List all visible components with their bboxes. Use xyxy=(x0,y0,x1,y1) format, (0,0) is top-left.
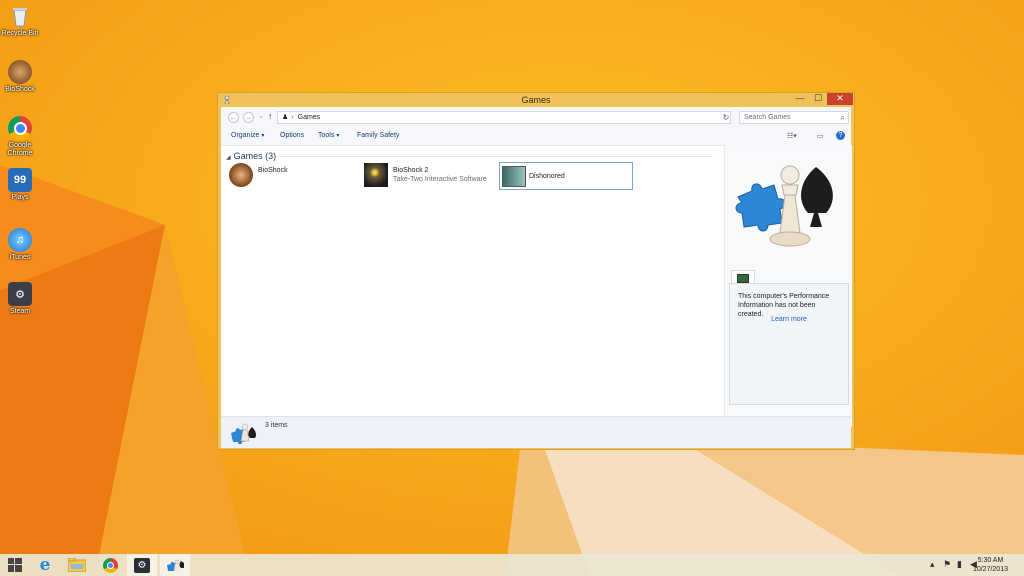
window-content: ← → ⌄ ↑ ♟ › Games ↻ Search Games ⌕ Organiz… xyxy=(221,107,852,448)
collapse-triangle-icon: ◢ xyxy=(226,155,231,161)
breadcrumb-games[interactable]: Games xyxy=(298,114,321,121)
games-icon xyxy=(167,559,184,571)
game-name: BioShock xyxy=(258,167,288,174)
chrome-icon xyxy=(8,116,32,140)
file-explorer-icon xyxy=(68,558,86,572)
clock-date: 10/27/2013 xyxy=(972,566,1008,573)
desktop-icon-plays[interactable]: 99 Plays xyxy=(0,168,40,202)
steam-icon: ⚙ xyxy=(134,557,150,573)
steam-icon: ⚙ xyxy=(8,282,32,306)
desktop-icon-steam[interactable]: ⚙ Steam xyxy=(0,282,40,316)
refresh-button[interactable]: ↻ xyxy=(721,111,731,124)
start-icon xyxy=(8,558,22,572)
item-count: 3 items xyxy=(265,422,288,429)
game-item-bioshock[interactable]: BioShock xyxy=(229,163,349,189)
games-folder-icon: ♟ xyxy=(282,114,289,121)
forward-button[interactable]: → xyxy=(243,112,254,123)
chevron-down-icon: ▾ xyxy=(336,133,340,139)
desktop-icon-itunes[interactable]: ♫ iTunes xyxy=(0,228,40,262)
preview-pane-icon[interactable]: ▭ xyxy=(817,132,824,140)
desktop-icon-recycle-bin[interactable]: Recycle Bin xyxy=(0,4,40,38)
clock-time: 5:30 AM xyxy=(977,557,1004,564)
recent-locations-icon[interactable]: ⌄ xyxy=(258,112,264,120)
desktop-icon-chrome[interactable]: Google Chrome xyxy=(0,116,40,158)
taskbar-internet-explorer[interactable]: e xyxy=(30,554,60,576)
taskbar-steam[interactable]: ⚙ xyxy=(127,554,157,576)
taskbar: e ⚙ ▴ ⚑ ▮ ◀ 5:30 AM 10/27/2013 xyxy=(0,554,1024,576)
games-explorer-art-icon xyxy=(735,165,833,247)
window-title: Games xyxy=(521,95,551,105)
desktop-icon-bioshock[interactable]: BioShock xyxy=(0,60,40,94)
game-publisher: Take-Two Interactive Software xyxy=(393,176,487,183)
start-button[interactable] xyxy=(0,554,30,576)
game-item-bioshock-2[interactable]: BioShock 2 Take-Two Interactive Software xyxy=(364,163,494,189)
itunes-icon: ♫ xyxy=(8,228,32,252)
bioshock-icon xyxy=(229,163,253,187)
learn-more-link[interactable]: Learn more xyxy=(730,316,848,323)
search-input[interactable]: Search Games ⌕ xyxy=(739,111,849,124)
address-bar[interactable]: ♟ › Games xyxy=(277,111,731,124)
game-item-dishonored[interactable]: Dishonored xyxy=(499,162,633,190)
internet-explorer-icon: e xyxy=(39,555,51,575)
options-button[interactable]: Options xyxy=(280,132,304,139)
taskbar-chrome[interactable] xyxy=(95,554,125,576)
system-clock[interactable]: 5:30 AM 10/27/2013 xyxy=(973,556,1008,574)
help-icon[interactable]: ? xyxy=(836,131,845,140)
back-button[interactable]: ← xyxy=(228,112,239,123)
action-center-icon[interactable]: ⚑ xyxy=(943,559,951,570)
details-pane: This computer's Performance Information … xyxy=(724,145,852,427)
show-hidden-icons-icon[interactable]: ▴ xyxy=(930,559,935,570)
address-row: ← → ⌄ ↑ ♟ › Games ↻ Search Games ⌕ xyxy=(221,107,851,130)
family-safety-button[interactable]: Family Safety xyxy=(357,132,399,139)
organize-menu[interactable]: Organize ▾ xyxy=(231,132,264,139)
command-bar: Organize ▾ Options Tools ▾ Family Safety ☷… xyxy=(221,129,851,146)
status-bar: 3 items xyxy=(221,416,851,448)
performance-message: This computer's Performance Information … xyxy=(738,293,830,318)
chevron-down-icon: ▾ xyxy=(261,133,265,139)
tools-menu[interactable]: Tools ▾ xyxy=(318,132,339,139)
plays-icon: 99 xyxy=(8,168,32,192)
search-icon: ⌕ xyxy=(840,113,845,122)
minimize-button[interactable]: — xyxy=(790,93,810,105)
close-button[interactable]: ✕ xyxy=(827,93,853,105)
title-bar[interactable]: Games — ☐ ✕ xyxy=(218,93,854,107)
games-explorer-small-icon xyxy=(231,423,256,445)
chrome-icon xyxy=(102,557,118,573)
bioshock-2-icon xyxy=(364,163,388,187)
monitor-icon xyxy=(737,274,749,283)
taskbar-games[interactable] xyxy=(160,554,190,576)
game-name: BioShock 2 xyxy=(393,167,429,174)
recycle-bin-icon xyxy=(8,4,32,28)
search-placeholder: Search Games xyxy=(744,114,791,121)
performance-info-box: This computer's Performance Information … xyxy=(729,283,849,405)
view-options-icon[interactable]: ☷▾ xyxy=(787,132,797,140)
taskbar-file-explorer[interactable] xyxy=(62,554,92,576)
maximize-button[interactable]: ☐ xyxy=(808,93,828,105)
game-name: Dishonored xyxy=(529,173,565,180)
network-icon[interactable]: ▮ xyxy=(957,559,962,570)
group-divider xyxy=(277,156,713,157)
group-header[interactable]: ◢ Games (3) xyxy=(226,151,276,161)
breadcrumb-separator: › xyxy=(291,114,294,121)
up-arrow-icon[interactable]: ↑ xyxy=(268,111,273,121)
bioshock-icon xyxy=(8,60,32,84)
dishonored-icon xyxy=(502,166,526,187)
games-window: Games — ☐ ✕ ← → ⌄ ↑ ♟ › Games ↻ Search Gam… xyxy=(217,92,855,450)
